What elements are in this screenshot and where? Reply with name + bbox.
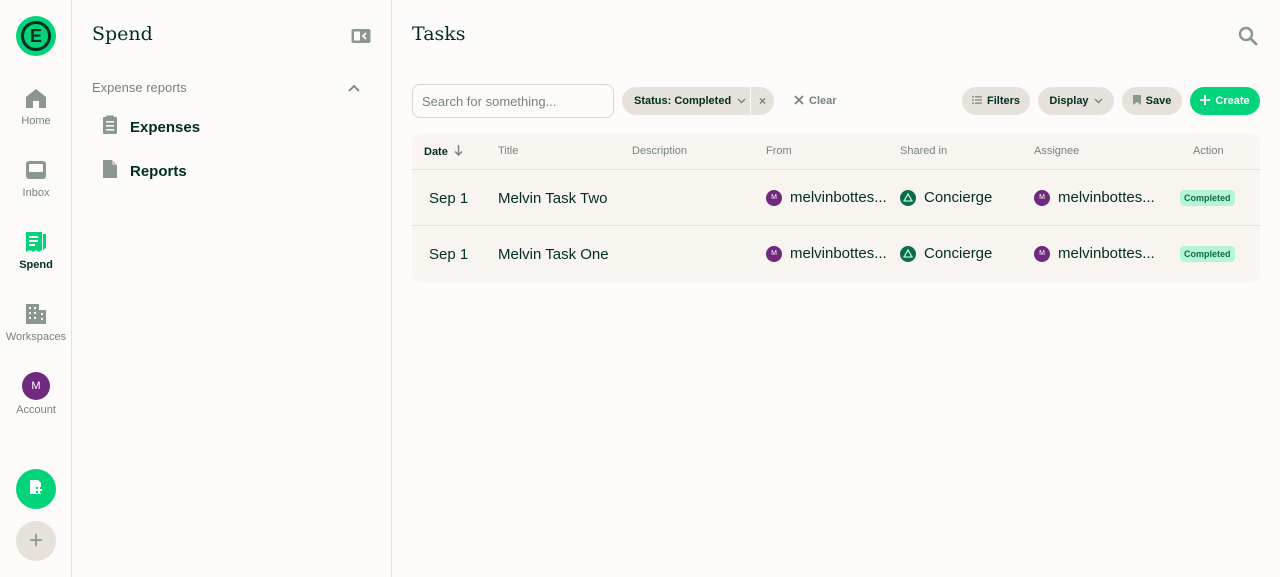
- expenses-icon: [102, 115, 118, 140]
- display-button[interactable]: Display: [1038, 87, 1114, 115]
- assignee-name: melvinbottes...: [1058, 189, 1155, 206]
- search-input[interactable]: [412, 84, 614, 118]
- plus-icon: [1200, 94, 1211, 108]
- from-avatar: M: [766, 189, 782, 206]
- logo-letter: E: [21, 21, 51, 51]
- new-expense-button[interactable]: [16, 469, 56, 509]
- status-badge: Completed: [1180, 246, 1235, 262]
- column-header-assignee[interactable]: Assignee: [1034, 145, 1079, 157]
- shared-in-name: Concierge: [924, 189, 993, 206]
- building-icon: [24, 302, 48, 326]
- rail-item-workspaces[interactable]: Workspaces: [0, 302, 72, 343]
- sidebar-item-expenses[interactable]: Expenses: [102, 115, 200, 140]
- status-badge: Completed: [1180, 190, 1235, 206]
- search-icon: [1238, 26, 1258, 50]
- rail-label-home: Home: [21, 115, 51, 127]
- spend-sidebar: Spend Expense reports Expenses Reports: [72, 0, 392, 577]
- rail-item-spend[interactable]: Spend: [0, 230, 72, 271]
- column-header-description[interactable]: Description: [632, 145, 687, 157]
- sidebar-item-reports[interactable]: Reports: [102, 159, 187, 184]
- shared-in-name: Concierge: [924, 245, 993, 262]
- save-label: Save: [1145, 95, 1172, 107]
- status-filter-label: Status: Completed: [634, 95, 732, 107]
- column-header-title[interactable]: Title: [498, 145, 518, 157]
- concierge-icon: [900, 189, 916, 206]
- app: E Home Inbox Spend Workspaces M Account …: [0, 0, 1280, 577]
- row-from: M melvinbottes...: [766, 245, 887, 262]
- tasks-table: Date Title Description From Shared in As…: [412, 134, 1260, 282]
- row-from: M melvinbottes...: [766, 189, 887, 206]
- assignee-avatar: M: [1034, 245, 1050, 262]
- rail-item-account[interactable]: M Account: [0, 372, 72, 416]
- column-header-from[interactable]: From: [766, 145, 792, 157]
- row-date: Sep 1: [429, 190, 469, 207]
- sidebar-title: Spend: [92, 23, 153, 45]
- row-shared-in: Concierge: [900, 245, 992, 262]
- rail-label-account: Account: [16, 404, 56, 416]
- from-avatar: M: [766, 245, 782, 262]
- expensify-logo[interactable]: E: [16, 16, 56, 56]
- row-assignee: M melvinbottes...: [1034, 189, 1155, 206]
- rail-item-home[interactable]: Home: [0, 86, 72, 127]
- column-header-shared-in[interactable]: Shared in: [900, 145, 947, 157]
- home-icon: [24, 86, 48, 110]
- section-label: Expense reports: [92, 80, 187, 95]
- create-label: Create: [1215, 95, 1250, 107]
- row-title: Melvin Task Two: [498, 190, 608, 207]
- filters-label: Filters: [986, 95, 1020, 107]
- collapse-sidebar-icon: [351, 29, 371, 48]
- chevron-down-icon: [1094, 95, 1103, 107]
- row-assignee: M melvinbottes...: [1034, 245, 1155, 262]
- row-title: Melvin Task One: [498, 246, 609, 263]
- page-title: Tasks: [412, 23, 466, 45]
- inbox-icon: [24, 158, 48, 182]
- collapse-sidebar-button[interactable]: [351, 28, 371, 44]
- sidebar-item-label: Reports: [130, 163, 187, 180]
- rail-label-spend: Spend: [19, 259, 53, 271]
- concierge-icon: [900, 245, 916, 262]
- rail-label-inbox: Inbox: [22, 187, 50, 199]
- save-search-button[interactable]: Save: [1122, 87, 1182, 115]
- document-icon: [102, 159, 118, 184]
- chevron-down-icon: [737, 95, 746, 107]
- status-filter-chip[interactable]: Status: Completed: [622, 87, 750, 115]
- display-label: Display: [1049, 95, 1089, 107]
- receipt-icon: [24, 230, 48, 254]
- row-shared-in: Concierge: [900, 189, 992, 206]
- search-toolbar: Status: Completed × Clear Filters: [412, 84, 1260, 118]
- clear-icon: [794, 94, 804, 108]
- from-name: melvinbottes...: [790, 245, 887, 262]
- table-row[interactable]: Sep 1 Melvin Task One M melvinbottes... …: [412, 226, 1260, 282]
- column-label: Date: [424, 146, 448, 158]
- main-content: Tasks Status: Completed × Clear: [392, 0, 1280, 577]
- clear-label: Clear: [809, 95, 837, 107]
- filters-icon: [971, 95, 982, 107]
- table-row[interactable]: Sep 1 Melvin Task Two M melvinbottes... …: [412, 170, 1260, 226]
- account-avatar: M: [22, 372, 50, 400]
- new-document-icon: [28, 479, 44, 500]
- column-header-date[interactable]: Date: [424, 145, 463, 159]
- rail-label-workspaces: Workspaces: [5, 331, 67, 343]
- expense-reports-section-toggle[interactable]: Expense reports: [92, 80, 360, 95]
- arrow-down-icon: [454, 145, 463, 159]
- nav-rail: E Home Inbox Spend Workspaces M Account …: [0, 0, 72, 577]
- sidebar-item-label: Expenses: [130, 119, 201, 136]
- close-icon: ×: [758, 94, 766, 108]
- add-button[interactable]: +: [16, 521, 56, 561]
- rail-item-inbox[interactable]: Inbox: [0, 158, 72, 199]
- clear-filters-button[interactable]: Clear: [794, 87, 837, 115]
- from-name: melvinbottes...: [790, 189, 887, 206]
- bookmark-icon: [1132, 94, 1141, 108]
- assignee-avatar: M: [1034, 189, 1050, 206]
- global-search-button[interactable]: [1238, 26, 1258, 46]
- row-date: Sep 1: [429, 246, 469, 263]
- table-header: Date Title Description From Shared in As…: [412, 134, 1260, 170]
- create-button[interactable]: Create: [1190, 87, 1260, 115]
- assignee-name: melvinbottes...: [1058, 245, 1155, 262]
- chevron-up-icon: [348, 80, 360, 95]
- filters-button[interactable]: Filters: [962, 87, 1030, 115]
- remove-status-filter-button[interactable]: ×: [750, 87, 774, 115]
- column-header-action: Action: [1193, 145, 1224, 157]
- plus-icon: +: [28, 527, 43, 554]
